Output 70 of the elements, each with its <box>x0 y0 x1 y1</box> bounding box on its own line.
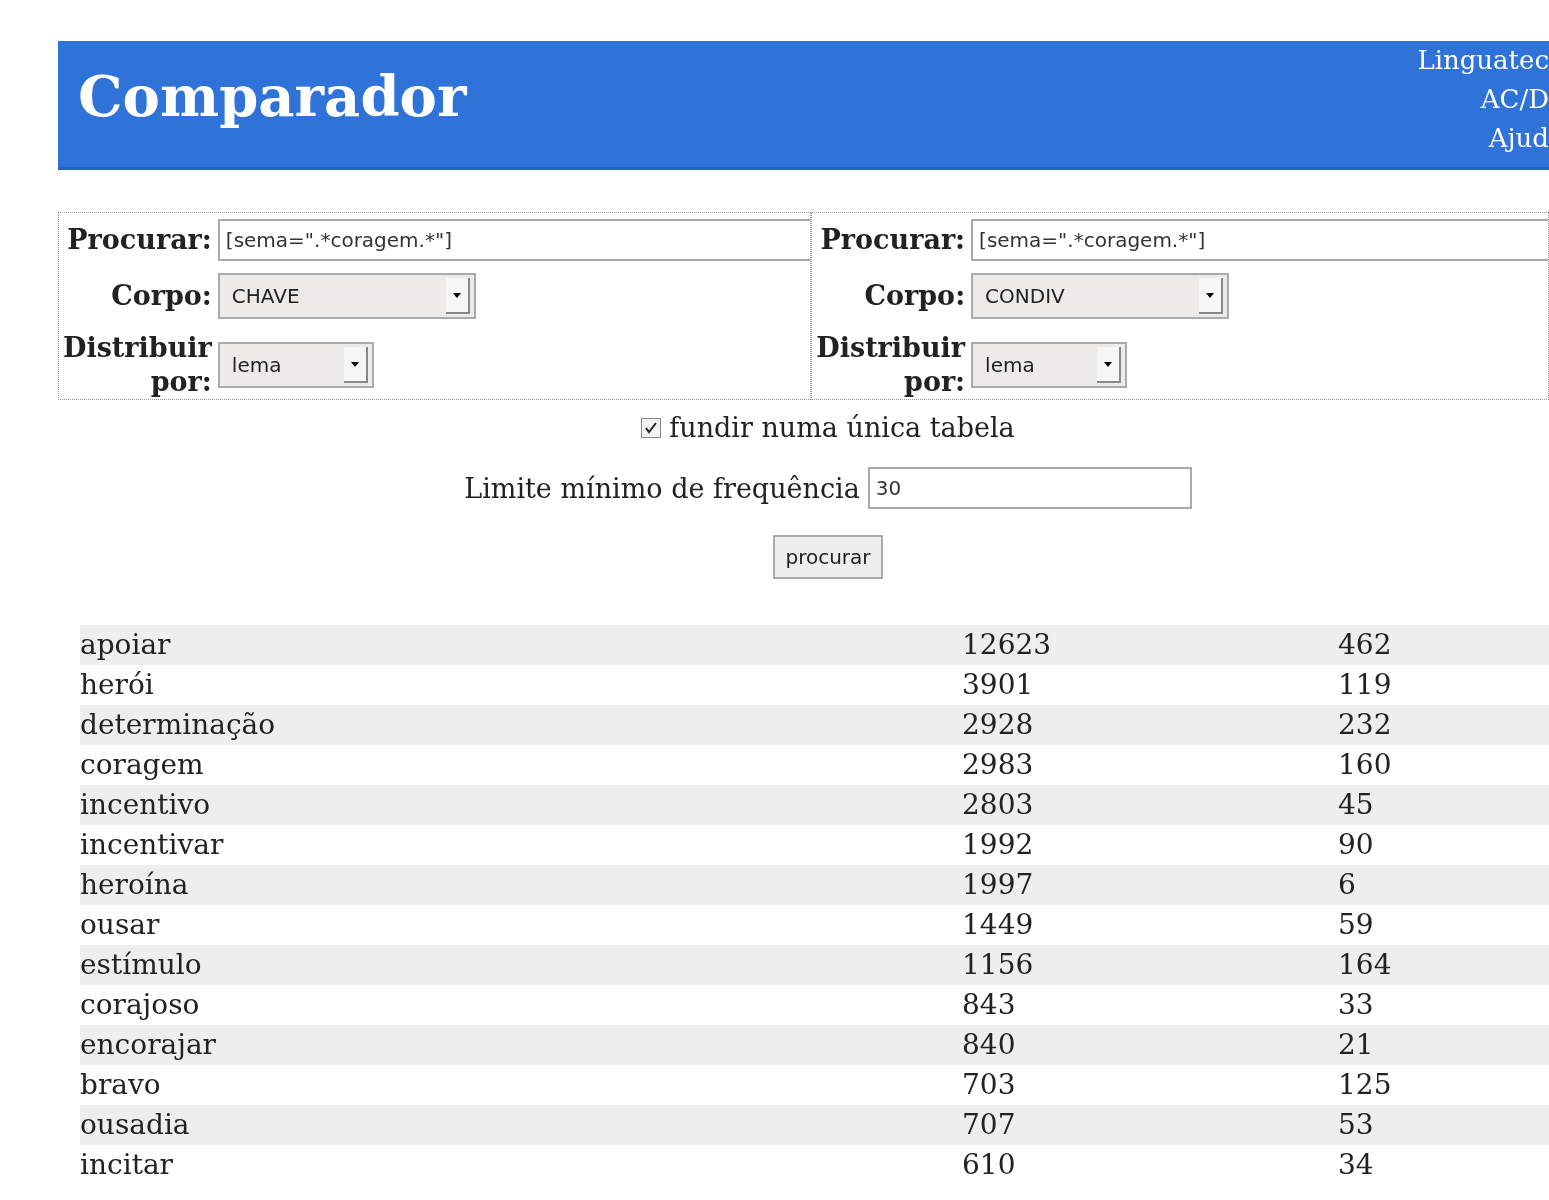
table-cell-text: 462 <box>1338 627 1393 663</box>
frequency-field[interactable]: 30 <box>867 467 1192 509</box>
table-cell-text: coragem <box>80 747 205 783</box>
table-cell-text: 33 <box>1338 987 1375 1023</box>
table-cell-text: 34 <box>1338 1147 1375 1183</box>
search-button[interactable]: procurar <box>773 535 883 579</box>
table-cell-text: incitar <box>80 1147 174 1183</box>
check-icon <box>644 420 659 435</box>
table-cell-text: 232 <box>1338 707 1393 743</box>
table-cell-text: 45 <box>1338 787 1375 823</box>
caret-icon <box>1097 347 1122 383</box>
field-label: Corpo: <box>110 279 212 313</box>
table-cell-text: encorajar <box>80 1027 217 1063</box>
table-cell-text: herói <box>80 667 155 703</box>
table-cell-text: estímulo <box>80 947 203 983</box>
table-cell-text: 2928 <box>962 707 1035 743</box>
table-cell-text: ousar <box>80 907 161 943</box>
nav-link[interactable]: Linguatec <box>1417 41 1549 80</box>
search-field[interactable]: [sema=".*coragem.*"] <box>217 219 811 261</box>
table-cell-text: incentivo <box>80 787 212 823</box>
table-cell-text: 3901 <box>962 667 1035 703</box>
table-cell-text: 125 <box>1338 1067 1393 1103</box>
caret-icon <box>1199 278 1224 314</box>
nav-link[interactable]: Ajud <box>1488 119 1549 158</box>
table-cell-text: 610 <box>962 1147 1017 1183</box>
table-cell-text: 160 <box>1338 747 1393 783</box>
caret-icon <box>343 347 368 383</box>
table-cell-text: apoiar <box>80 627 172 663</box>
table-cell-text: 843 <box>962 987 1017 1023</box>
table-cell-text: corajoso <box>80 987 201 1023</box>
table-cell-text: 119 <box>1338 667 1393 703</box>
table-cell-text: bravo <box>80 1067 162 1103</box>
table-cell-text: 1156 <box>962 947 1035 983</box>
table-cell-text: 53 <box>1338 1107 1375 1143</box>
field-label: Procurar: <box>819 223 966 257</box>
checkbox[interactable] <box>641 417 662 438</box>
table-cell-text: 6 <box>1338 867 1357 903</box>
field-label: Distribuir <box>63 331 212 365</box>
table-cell-text: 21 <box>1338 1027 1375 1063</box>
table-cell-text: 1992 <box>962 827 1035 863</box>
dropdown[interactable]: CONDIV <box>971 273 1230 319</box>
table-cell-text: 2803 <box>962 787 1035 823</box>
table-cell-text: 164 <box>1338 947 1393 983</box>
field-label: por: <box>904 365 966 399</box>
table-cell-text: ousadia <box>80 1107 191 1143</box>
table-cell-text: 707 <box>962 1107 1017 1143</box>
checkbox-label: fundir numa única tabela <box>669 412 1015 443</box>
table-cell-text: determinação <box>80 707 277 743</box>
field-label: Limite mínimo de frequência <box>464 472 860 504</box>
dropdown[interactable]: lema <box>971 342 1128 388</box>
table-cell-text: 840 <box>962 1027 1017 1063</box>
nav-link[interactable]: AC/D <box>1480 80 1549 119</box>
field-label: Distribuir <box>816 331 966 365</box>
table-cell-text: 2983 <box>962 747 1035 783</box>
dropdown[interactable]: CHAVE <box>217 273 476 319</box>
caret-icon <box>445 278 470 314</box>
table-cell-text: 12623 <box>962 627 1053 663</box>
field-label: Procurar: <box>66 223 212 257</box>
field-label: Corpo: <box>863 279 966 313</box>
page-title: Comparador <box>78 63 467 129</box>
field-label: por: <box>150 365 212 399</box>
table-cell-text: 90 <box>1338 827 1375 863</box>
table-cell-text: heroína <box>80 867 190 903</box>
table-cell-text: incentivar <box>80 827 225 863</box>
table-cell-text: 703 <box>962 1067 1017 1103</box>
table-cell-text: 1997 <box>962 867 1035 903</box>
search-field[interactable]: [sema=".*coragem.*"] <box>971 219 1548 261</box>
table-cell-text: 1449 <box>962 907 1035 943</box>
table-cell-text: 59 <box>1338 907 1375 943</box>
dropdown[interactable]: lema <box>217 342 374 388</box>
